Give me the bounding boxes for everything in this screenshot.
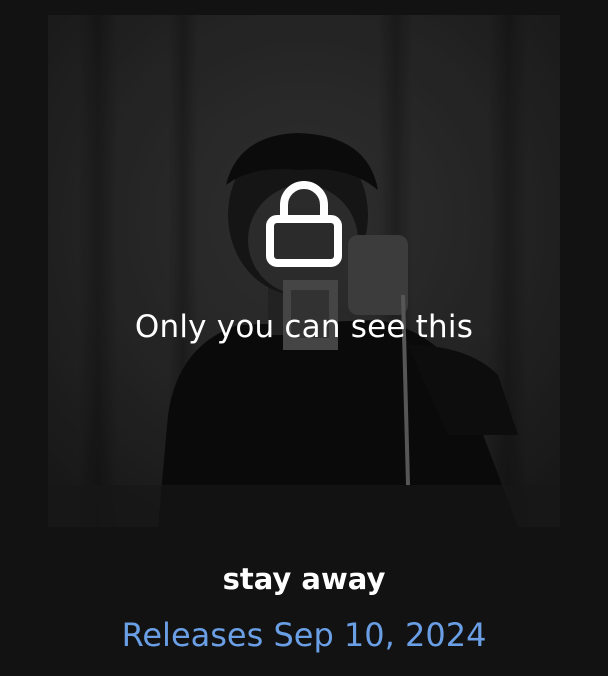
lock-icon [266, 181, 342, 267]
album-artwork[interactable]: Only you can see this [48, 15, 560, 527]
track-title: stay away [222, 562, 386, 596]
release-preview-page: Only you can see this stay away Releases… [0, 0, 610, 676]
release-date: Releases Sep 10, 2024 [121, 616, 487, 654]
private-notice: Only you can see this [134, 309, 474, 345]
privacy-overlay [48, 15, 560, 527]
